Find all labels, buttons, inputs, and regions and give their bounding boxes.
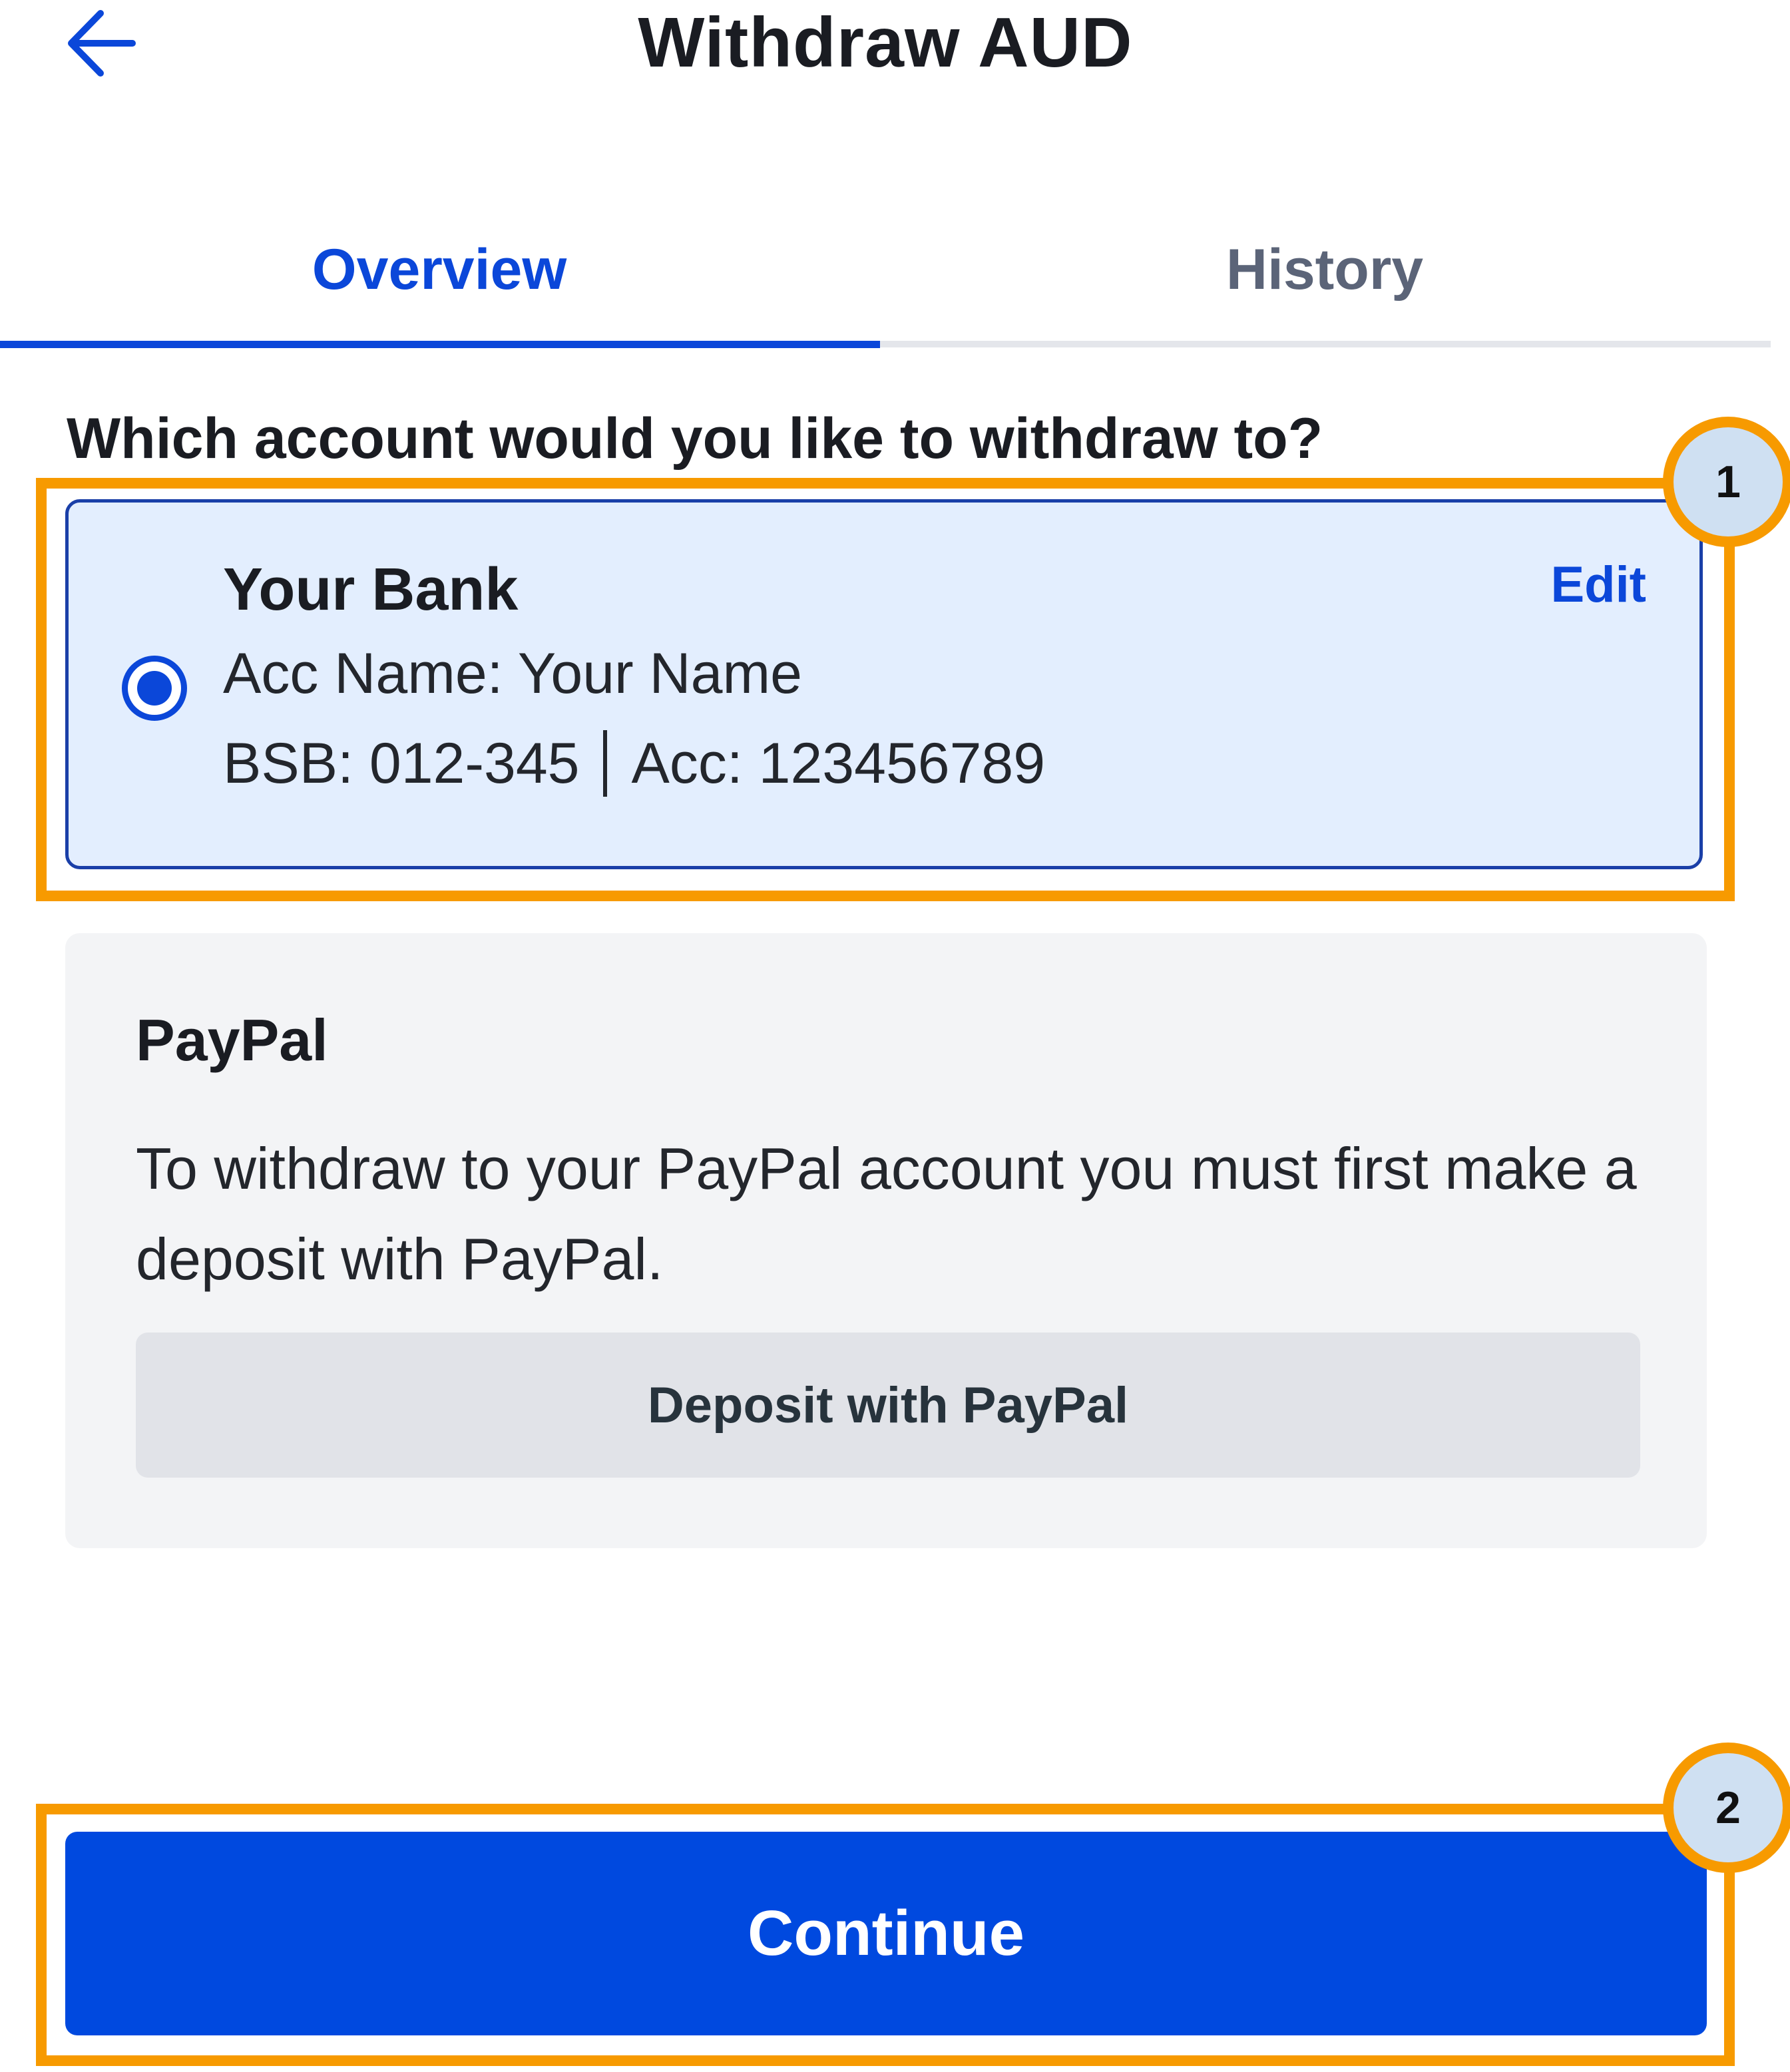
bank-name: Your Bank [223, 556, 519, 623]
paypal-title: PayPal [136, 1007, 328, 1073]
paypal-option-card: PayPal To withdraw to your PayPal accoun… [65, 933, 1707, 1548]
account-number: Acc: 123456789 [631, 731, 1046, 795]
tab-history[interactable]: History [885, 193, 1764, 346]
bank-account-option[interactable]: Your Bank Acc Name: Your Name BSB: 012-3… [65, 499, 1703, 869]
active-tab-indicator [0, 341, 880, 348]
paypal-description: To withdraw to your PayPal account you m… [136, 1136, 1637, 1292]
withdraw-screen: Withdraw AUD Overview History Which acco… [0, 0, 1790, 2072]
details-divider [603, 730, 608, 797]
edit-bank-link[interactable]: Edit [1550, 556, 1646, 614]
account-details: BSB: 012-345 Acc: 123456789 [223, 730, 1045, 797]
page-title: Withdraw AUD [638, 3, 1133, 82]
continue-button[interactable]: Continue [65, 1832, 1707, 2035]
bsb-number: BSB: 012-345 [223, 731, 580, 795]
deposit-with-paypal-button[interactable]: Deposit with PayPal [136, 1333, 1640, 1478]
radio-selected-dot [137, 671, 172, 706]
withdraw-question: Which account would you like to withdraw… [67, 407, 1323, 471]
tab-overview[interactable]: Overview [0, 193, 879, 346]
tab-bar: Overview History [0, 193, 1771, 353]
account-name: Acc Name: Your Name [223, 642, 802, 706]
bank-account-radio[interactable] [122, 656, 187, 721]
